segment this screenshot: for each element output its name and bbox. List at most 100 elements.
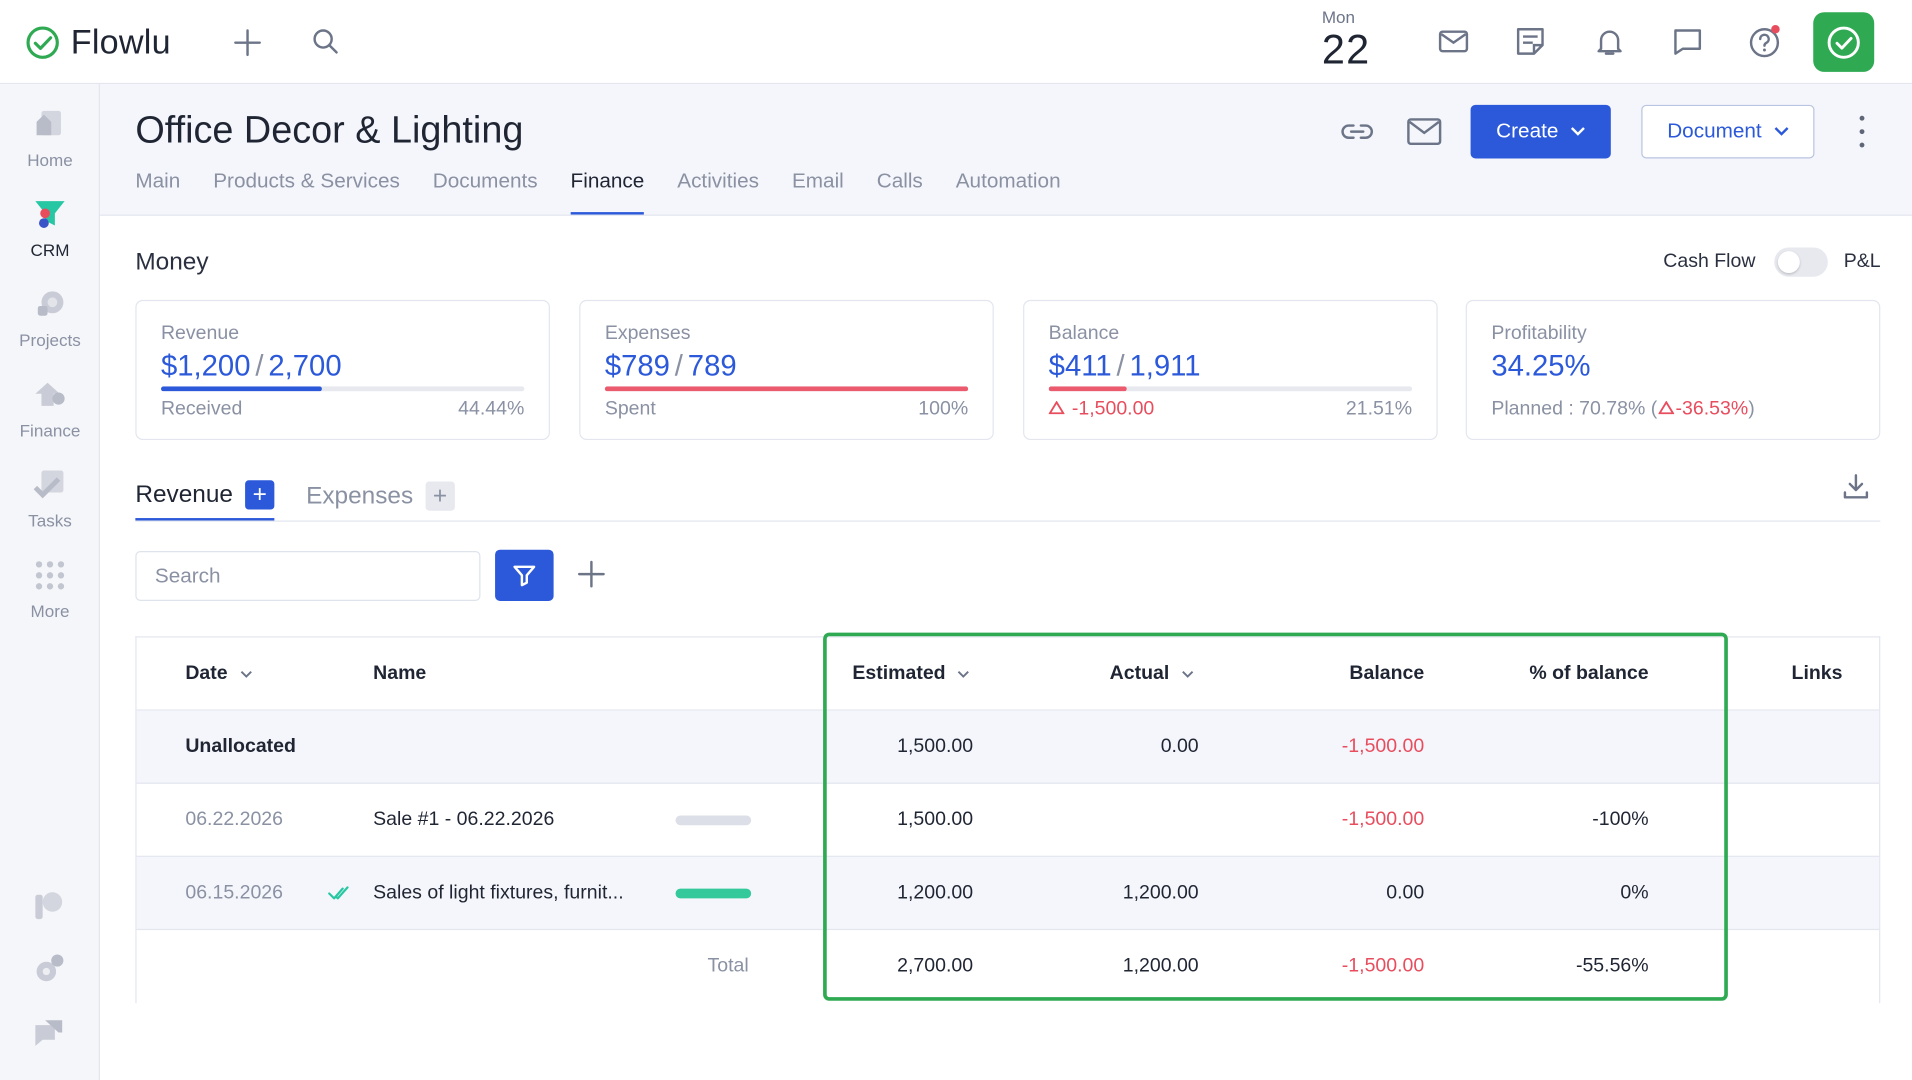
expenses-card: Expenses $789/789 Spent 100% [579, 299, 994, 441]
download-icon[interactable] [1841, 472, 1870, 501]
search-input[interactable]: Search [135, 550, 481, 601]
col-label: Estimated [852, 663, 946, 684]
col-actual[interactable]: Actual [1110, 638, 1194, 711]
pl-label: P&L [1843, 251, 1881, 272]
add-icon[interactable] [577, 560, 606, 589]
tab-finance[interactable]: Finance [570, 169, 645, 215]
tasks-icon [33, 470, 64, 499]
check-circle-icon [1827, 25, 1860, 59]
chat-icon[interactable] [1671, 24, 1705, 58]
notes-icon[interactable] [1513, 24, 1547, 58]
logo[interactable]: Flowlu [24, 23, 171, 62]
link-icon[interactable] [1339, 116, 1376, 148]
total-pct: -55.56% [1575, 955, 1649, 977]
table-total-row: Total 2,700.00 1,200.00 -1,500.00 -55.56… [137, 930, 1880, 1003]
tab-products-services[interactable]: Products & Services [213, 169, 400, 214]
add-expense-icon[interactable]: + [425, 481, 455, 511]
cell-progress [675, 784, 752, 857]
sidebar-item-crm[interactable]: CRM [0, 196, 100, 260]
col-pct-balance[interactable]: % of balance [1529, 638, 1648, 711]
more-options-icon[interactable] [1850, 115, 1874, 148]
table-row[interactable]: Unallocated 1,500.00 0.00 -1,500.00 [136, 710, 1880, 784]
card-value: $1,200/2,700 [161, 350, 342, 384]
email-icon[interactable] [1406, 116, 1443, 148]
document-button[interactable]: Document [1641, 104, 1815, 159]
integrations-icon[interactable] [30, 887, 67, 924]
tab-automation[interactable]: Automation [956, 169, 1061, 214]
tasks-check-button[interactable] [1813, 12, 1875, 72]
total-actual: 1,200.00 [1122, 955, 1199, 977]
bell-icon[interactable] [1593, 24, 1627, 58]
cell-name[interactable]: Sale #1 - 06.22.2026 [373, 784, 554, 857]
help-icon[interactable] [1747, 24, 1781, 58]
create-button[interactable]: Create [1470, 104, 1611, 159]
card-label: Expenses [604, 323, 691, 344]
cell-actual: 0.00 [1160, 736, 1199, 757]
balance-card: Balance $411/1,911 -1,500.00 21.51% [1023, 299, 1438, 441]
total-balance: -1,500.00 [1341, 955, 1425, 977]
money-section-title: Money [135, 248, 209, 276]
sidebar-item-tasks[interactable]: Tasks [0, 467, 100, 530]
mail-icon[interactable] [1436, 24, 1470, 58]
col-name[interactable]: Name [373, 638, 426, 711]
filter-button[interactable] [495, 549, 554, 601]
table-header-row: Date Name Estimated Actual Balance % of … [136, 638, 1880, 711]
balance-delta: -1,500.00 [1071, 398, 1155, 420]
col-balance[interactable]: Balance [1349, 638, 1424, 711]
cell-date: Unallocated [185, 736, 296, 757]
tab-documents[interactable]: Documents [433, 169, 538, 214]
card-label: Balance [1048, 323, 1120, 344]
sidebar-item-finance[interactable]: Finance [0, 377, 100, 440]
add-revenue-icon[interactable]: + [245, 480, 275, 510]
card-pct: 100% [918, 398, 969, 420]
settings-icon[interactable] [30, 951, 67, 988]
col-links[interactable]: Links [1792, 638, 1843, 711]
card-label: Profitability [1491, 323, 1587, 344]
tab-email[interactable]: Email [792, 169, 844, 214]
cell-name[interactable]: Sales of light fixtures, furnit... [373, 857, 623, 930]
page-title: Office Decor & Lighting [135, 108, 524, 152]
cell-balance: -1,500.00 [1341, 809, 1425, 831]
date-display[interactable]: Mon 22 [1322, 7, 1371, 70]
chevron-down-icon [240, 670, 252, 678]
finance-subtabs: Revenue + Expenses + [135, 472, 1881, 522]
sidebar-item-home[interactable]: Home [0, 106, 100, 169]
separator: / [255, 349, 264, 383]
cell-status [328, 857, 350, 930]
sidebar-item-more[interactable]: More [0, 557, 100, 620]
warning-triangle-icon [1048, 400, 1065, 415]
cashflow-pl-toggle[interactable] [1774, 247, 1828, 277]
cash-flow-label: Cash Flow [1663, 251, 1756, 272]
planned-close: ) [1748, 398, 1755, 420]
plus-icon[interactable] [232, 27, 264, 59]
col-label: Actual [1109, 663, 1170, 684]
home-icon [36, 110, 61, 136]
col-date[interactable]: Date [185, 638, 252, 711]
double-check-icon [328, 886, 349, 900]
crm-icon [35, 201, 65, 228]
tab-main[interactable]: Main [135, 169, 180, 214]
table-row[interactable]: 06.15.2026 Sales of light fixtures, furn… [136, 856, 1880, 931]
payment-progress-bar [675, 815, 752, 826]
subtab-revenue[interactable]: Revenue + [135, 472, 275, 521]
cell-date: 06.22.2026 [185, 809, 283, 831]
support-chat-icon[interactable] [30, 1015, 67, 1052]
cell-date: 06.15.2026 [185, 882, 283, 904]
tab-calls[interactable]: Calls [877, 169, 923, 214]
cell-actual: 1,200.00 [1122, 882, 1199, 904]
search-icon[interactable] [311, 27, 340, 56]
cell-estimated: 1,200.00 [897, 882, 974, 904]
total-estimated: 2,700.00 [897, 955, 974, 977]
cell-estimated: 1,500.00 [897, 736, 974, 757]
grid-dots-icon [35, 561, 65, 590]
table-row[interactable]: 06.22.2026 Sale #1 - 06.22.2026 1,500.00… [136, 784, 1880, 857]
tab-activities[interactable]: Activities [677, 169, 759, 214]
card-pct: 44.44% [458, 398, 525, 420]
subtab-expenses[interactable]: Expenses + [306, 472, 455, 521]
col-estimated[interactable]: Estimated [852, 638, 970, 711]
expenses-value: $789 [604, 349, 670, 383]
app-root: Flowlu Mon 22 Home CRM Projects Finance … [0, 0, 1912, 1080]
flowlu-logo-icon [26, 26, 59, 59]
revenue-progress-bar [160, 386, 525, 392]
sidebar-item-projects[interactable]: Projects [0, 286, 100, 350]
